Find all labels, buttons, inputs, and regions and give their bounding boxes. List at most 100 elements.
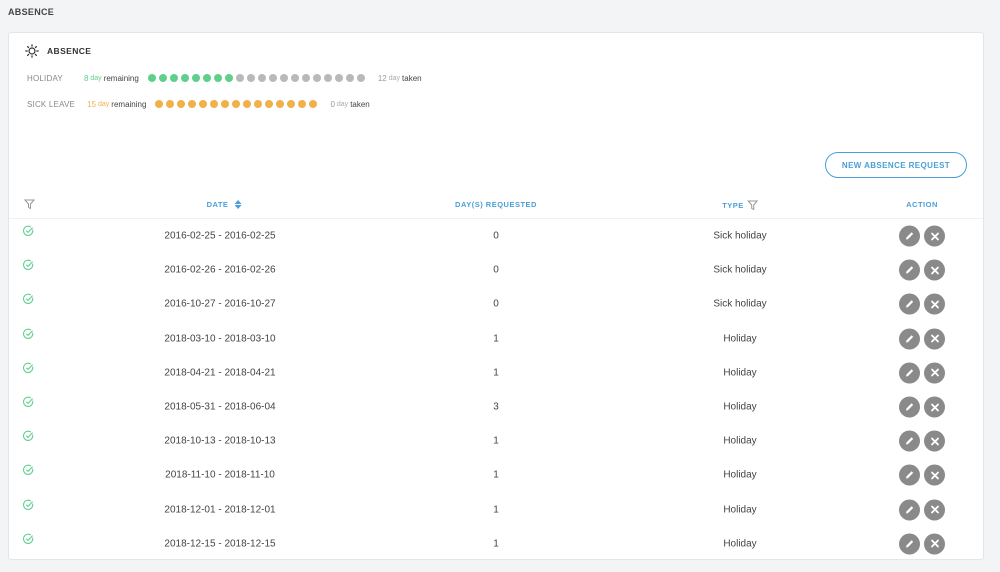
- table-row: 2018-12-15 - 2018-12-15 1 Holiday: [9, 527, 983, 561]
- edit-pencil-icon[interactable]: [899, 396, 920, 418]
- taken-day-dot: [345, 74, 354, 82]
- row-actions: [897, 499, 947, 521]
- days-cell: 1: [493, 367, 499, 379]
- days-cell: 0: [493, 230, 499, 242]
- type-cell: Holiday: [723, 504, 757, 516]
- edit-pencil-icon[interactable]: [899, 499, 920, 521]
- delete-x-icon[interactable]: [924, 328, 945, 350]
- approved-check-icon: [23, 394, 34, 412]
- taken-unit: day: [336, 100, 349, 108]
- remaining-day-dot: [213, 74, 222, 82]
- date-cell: 2018-11-10 - 2018-11-10: [165, 469, 275, 481]
- taken-day-dot: [301, 74, 310, 82]
- delete-x-icon[interactable]: [924, 499, 945, 521]
- taken-day-dot: [279, 74, 288, 82]
- remaining-day-dot: [287, 100, 296, 108]
- type-cell: Holiday: [723, 401, 757, 413]
- row-actions: [897, 464, 947, 486]
- table-row: 2018-05-31 - 2018-06-04 3 Holiday: [9, 390, 983, 424]
- table-row: 2018-04-21 - 2018-04-21 1 Holiday: [9, 356, 983, 390]
- edit-pencil-icon[interactable]: [899, 533, 920, 555]
- date-cell: 2018-05-31 - 2018-06-04: [164, 401, 276, 413]
- taken-day-dot: [257, 74, 266, 82]
- approved-check-icon: [23, 497, 34, 515]
- approved-check-icon: [23, 531, 34, 549]
- delete-x-icon[interactable]: [924, 464, 945, 486]
- card-title: ABSENCE: [47, 46, 92, 56]
- delete-x-icon[interactable]: [924, 293, 945, 315]
- delete-x-icon[interactable]: [924, 430, 945, 452]
- row-actions: [897, 362, 947, 384]
- edit-pencil-icon[interactable]: [899, 225, 920, 247]
- row-actions: [897, 533, 947, 555]
- edit-pencil-icon[interactable]: [899, 362, 920, 384]
- taken-text: taken: [402, 73, 422, 83]
- date-cell: 2018-12-01 - 2018-12-01: [164, 504, 276, 516]
- row-actions: [897, 225, 947, 247]
- new-absence-request-button[interactable]: NEW ABSENCE REQUEST: [825, 152, 967, 178]
- row-actions: [897, 293, 947, 315]
- date-cell: 2016-02-25 - 2016-02-25: [164, 230, 276, 242]
- remaining-day-dot: [169, 74, 178, 82]
- type-cell: Holiday: [723, 367, 757, 379]
- approved-check-icon: [23, 463, 34, 481]
- days-cell: 0: [493, 264, 499, 276]
- action-header: ACTION: [906, 200, 938, 209]
- date-header-label: DATE: [206, 200, 229, 209]
- approved-check-icon: [23, 326, 34, 344]
- taken-count: 0: [330, 99, 335, 109]
- sort-icon[interactable]: [234, 200, 242, 209]
- type-header[interactable]: TYPE: [722, 200, 758, 211]
- delete-x-icon[interactable]: [924, 362, 945, 384]
- date-header[interactable]: DATE: [207, 200, 242, 209]
- type-cell: Sick holiday: [713, 264, 767, 276]
- taken-text: taken: [350, 99, 370, 109]
- table-row: 2018-11-10 - 2018-11-10 1 Holiday: [9, 458, 983, 492]
- remaining-day-dot: [180, 74, 189, 82]
- delete-x-icon[interactable]: [924, 396, 945, 418]
- holiday-balance: HOLIDAY 8 day remaining 12 day taken: [27, 72, 422, 84]
- delete-x-icon[interactable]: [924, 533, 945, 555]
- type-cell: Sick holiday: [713, 230, 767, 242]
- edit-pencil-icon[interactable]: [899, 259, 920, 281]
- remaining-day-dot: [199, 100, 208, 108]
- card-header: ABSENCE: [25, 44, 91, 58]
- delete-x-icon[interactable]: [924, 259, 945, 281]
- balance-dots: [147, 74, 368, 82]
- approved-check-icon: [23, 360, 34, 378]
- days-cell: 1: [493, 333, 499, 345]
- filter-icon[interactable]: [24, 199, 35, 210]
- remaining-day-dot: [158, 74, 167, 82]
- edit-pencil-icon[interactable]: [899, 328, 920, 350]
- row-actions: [897, 430, 947, 452]
- remaining-day-dot: [188, 100, 197, 108]
- remaining-day-dot: [147, 74, 156, 82]
- remaining-day-dot: [298, 100, 307, 108]
- table-row: 2018-12-01 - 2018-12-01 1 Holiday: [9, 493, 983, 527]
- remaining-day-dot: [224, 74, 233, 82]
- delete-x-icon[interactable]: [924, 225, 945, 247]
- balance-dots: [155, 100, 320, 108]
- remaining-day-dot: [155, 100, 164, 108]
- days-cell: 1: [493, 504, 499, 516]
- taken-unit: day: [388, 74, 401, 82]
- remaining-day-dot: [309, 100, 318, 108]
- date-cell: 2018-03-10 - 2018-03-10: [164, 333, 276, 345]
- table-header: DATE DAY(S) REQUESTED TYPE ACTION: [9, 195, 983, 219]
- row-actions: [897, 328, 947, 350]
- remaining-text: remaining: [111, 99, 147, 109]
- table-body: 2016-02-25 - 2016-02-25 0 Sick holiday 2016…: [9, 219, 983, 561]
- type-cell: Holiday: [723, 469, 757, 481]
- days-cell: 3: [493, 401, 499, 413]
- date-cell: 2018-10-13 - 2018-10-13: [164, 435, 276, 447]
- filter-icon[interactable]: [746, 200, 758, 211]
- remaining-unit: day: [98, 100, 110, 108]
- remaining-day-dot: [202, 74, 211, 82]
- edit-pencil-icon[interactable]: [899, 293, 920, 315]
- remaining-unit: day: [90, 74, 102, 82]
- edit-pencil-icon[interactable]: [899, 430, 920, 452]
- edit-pencil-icon[interactable]: [899, 464, 920, 486]
- remaining-day-dot: [265, 100, 274, 108]
- taken-count: 12: [377, 73, 387, 83]
- date-cell: 2016-02-26 - 2016-02-26: [164, 264, 276, 276]
